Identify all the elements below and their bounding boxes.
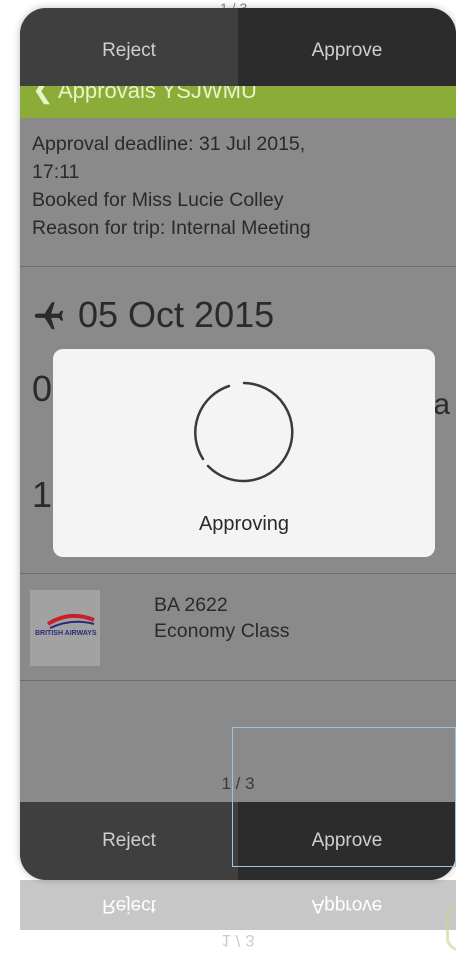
approve-button[interactable]: Approve: [238, 8, 456, 86]
flight-number: BA 2622: [154, 594, 228, 616]
reflected-reject-label: Reject: [102, 895, 156, 916]
airline-logo-icon: [46, 613, 95, 629]
flight-date-row: 05 Oct 2015: [32, 294, 274, 336]
screen-reflection: Reject Approve 1 / 3: [20, 880, 456, 979]
divider: [20, 573, 456, 574]
airline-logo-text: BRITISH AIRWAYS: [35, 630, 97, 637]
loading-label: Approving: [198, 513, 290, 535]
partial-text-right: a: [433, 388, 450, 421]
airplane-icon: [34, 302, 64, 330]
nav-title: Approvals YSJWMU: [58, 86, 257, 103]
flight-date: 05 Oct 2015: [78, 294, 275, 335]
approval-deadline: Approval deadline: 31 Jul 2015,: [32, 133, 306, 155]
nav-bar: ❮ Approvals YSJWMU: [20, 86, 456, 118]
reject-button[interactable]: Reject: [20, 8, 238, 86]
spinner-icon: [194, 381, 294, 483]
reject-button[interactable]: Reject: [20, 802, 238, 880]
flight-segment[interactable]: BRITISH AIRWAYS BA 2622 Economy Class: [30, 590, 456, 670]
focus-highlight: [232, 727, 456, 867]
cabin-class: Economy Class: [154, 620, 290, 642]
trip-reason: Reason for trip: Internal Meeting: [32, 217, 311, 239]
loading-modal: Approving: [53, 349, 435, 557]
reflected-approve-label: Approve: [311, 895, 383, 916]
top-action-bar: Reject Approve: [20, 8, 456, 86]
reflected-action-bar: Reject Approve: [20, 880, 456, 930]
flight-details: BA 2622 Economy Class: [154, 592, 289, 644]
booked-for: Booked for Miss Lucie Colley: [32, 189, 284, 211]
trip-info: Approval deadline: 31 Jul 2015, 17:11 Bo…: [32, 130, 444, 242]
british-airways-logo: BRITISH AIRWAYS: [30, 590, 100, 666]
divider: [20, 680, 456, 681]
divider: [20, 266, 456, 267]
approval-deadline-time: 17:11: [32, 161, 80, 183]
partial-time-row-2: 1: [32, 474, 53, 515]
reflected-page-indicator: 1 / 3: [221, 931, 255, 950]
green-shape: [446, 905, 456, 951]
partial-time-row-1: 0: [32, 368, 53, 409]
back-chevron-icon[interactable]: ❮: [32, 86, 54, 105]
